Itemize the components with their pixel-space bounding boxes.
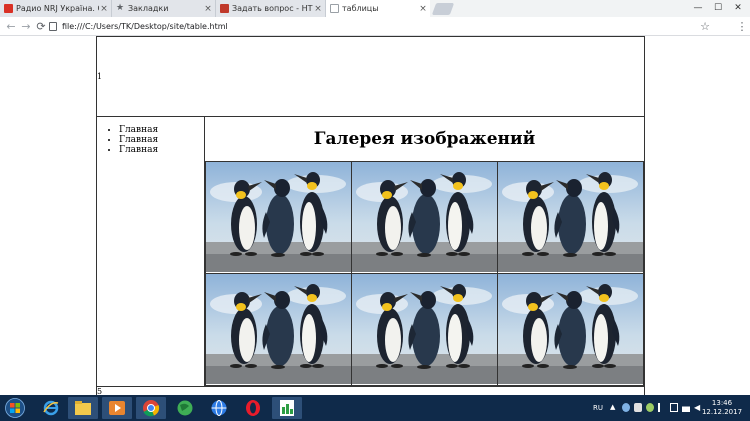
page-favicon-icon [330, 4, 339, 13]
media-player-icon[interactable] [102, 397, 132, 419]
gallery-row [205, 161, 644, 274]
file-explorer-icon[interactable] [68, 397, 98, 419]
close-tab-icon[interactable]: × [418, 4, 428, 14]
browser-menu-icon[interactable]: ⋮ [737, 19, 748, 34]
gallery-title: Галерея изображений [313, 129, 536, 149]
windows-taskbar: RU ▲ ◀ 13:46 12.12.2017 [0, 395, 750, 421]
tray-expand-icon[interactable]: ▲ [610, 403, 618, 412]
tray-app2-icon[interactable] [646, 403, 654, 412]
spreadsheet-app-icon[interactable] [272, 397, 302, 419]
nav-item[interactable]: Главная [119, 125, 204, 135]
clock-time: 13:46 [711, 399, 733, 407]
stackoverflow-favicon-icon [220, 4, 229, 13]
radio-favicon-icon [4, 4, 13, 13]
tray-app-icon[interactable] [622, 403, 630, 412]
page-viewport: 1 Главная Главная Главная Галерея изобра… [0, 36, 750, 395]
chrome-icon[interactable] [136, 397, 166, 419]
browser-toolbar: ← → ⟳ file:///C:/Users/TK/Desktop/site/t… [0, 17, 750, 36]
header-cell: 1 [96, 36, 645, 117]
address-text: file:///C:/Users/TK/Desktop/site/table.h… [62, 22, 228, 31]
close-tab-icon[interactable]: × [99, 4, 109, 14]
tab-strip: Радио NRJ Україна. Слу × ★ Закладки × За… [0, 0, 750, 17]
back-button[interactable]: ← [3, 19, 19, 34]
forward-button[interactable]: → [18, 19, 34, 34]
gallery-cell [497, 273, 644, 386]
tab-title: Закладки [128, 4, 169, 13]
nav-item[interactable]: Главная [119, 135, 204, 145]
penguins-image [206, 162, 351, 272]
nav-cell: Главная Главная Главная [96, 116, 205, 387]
gallery-cell [497, 161, 644, 274]
system-tray: ▲ ◀ [610, 403, 702, 412]
footer-cell: 5 [96, 386, 645, 395]
penguins-image [498, 274, 643, 384]
new-tab-button[interactable] [431, 3, 455, 15]
gallery-row [205, 273, 644, 386]
gallery-cell [351, 161, 498, 274]
layout-table: 1 Главная Главная Главная Галерея изобра… [96, 36, 645, 395]
gallery-cell [205, 161, 352, 274]
bookmark-star-icon[interactable]: ☆ [698, 19, 712, 34]
opera-icon[interactable] [238, 397, 268, 419]
gallery-cell [351, 273, 498, 386]
nav-item[interactable]: Главная [119, 145, 204, 155]
close-tab-icon[interactable]: × [203, 4, 213, 14]
windows-logo-icon [5, 398, 25, 418]
internet-explorer-icon[interactable] [36, 397, 66, 419]
language-indicator[interactable]: RU [593, 404, 603, 412]
penguins-image [206, 274, 351, 384]
tab-ask-question[interactable]: Задать вопрос - HTML × [216, 0, 326, 17]
signal-strength-icon[interactable] [682, 403, 690, 412]
gallery-table [205, 161, 644, 386]
address-bar[interactable]: file:///C:/Users/TK/Desktop/site/table.h… [49, 19, 714, 34]
tray-security-icon[interactable] [634, 403, 642, 412]
start-button[interactable] [2, 396, 28, 420]
close-window-button[interactable]: ✕ [728, 0, 748, 15]
minimize-button[interactable]: — [688, 0, 708, 15]
nav-list: Главная Главная Главная [97, 125, 204, 155]
maximize-button[interactable]: ☐ [708, 0, 728, 15]
network-icon[interactable] [204, 397, 234, 419]
tab-tables[interactable]: таблицы × [326, 0, 430, 17]
penguins-image [352, 162, 497, 272]
gallery-cell [205, 273, 352, 386]
tab-bookmarks[interactable]: ★ Закладки × [112, 0, 216, 17]
clock-date: 12.12.2017 [701, 408, 743, 416]
window-controls: — ☐ ✕ [688, 0, 748, 17]
reload-button[interactable]: ⟳ [33, 19, 49, 34]
star-favicon-icon: ★ [116, 3, 125, 13]
tab-title: таблицы [342, 4, 379, 13]
system-clock[interactable]: 13:46 12.12.2017 [700, 399, 744, 417]
page-icon [49, 22, 57, 31]
penguins-image [498, 162, 643, 272]
globe-app-icon[interactable] [170, 397, 200, 419]
close-tab-icon[interactable]: × [313, 4, 323, 14]
tray-flag-icon[interactable] [658, 403, 666, 412]
content-cell: Галерея изображений [204, 116, 645, 387]
tab-radio-nrj[interactable]: Радио NRJ Україна. Слу × [0, 0, 112, 17]
tab-title: Задать вопрос - HTML [232, 4, 313, 13]
penguins-image [352, 274, 497, 384]
tab-title: Радио NRJ Україна. Слу [16, 4, 99, 13]
tray-monitor-icon[interactable] [670, 403, 678, 412]
